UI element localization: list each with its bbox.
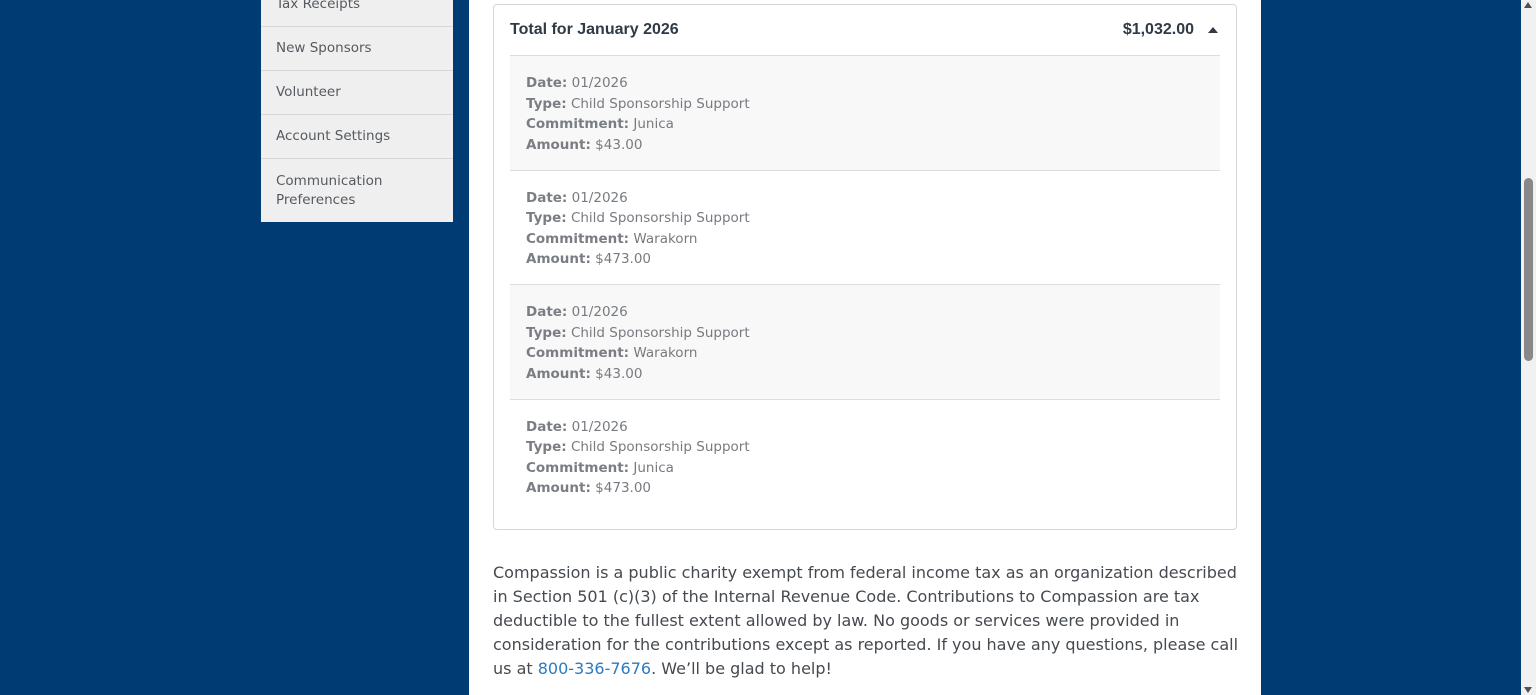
scrollbar-thumb[interactable] — [1524, 178, 1533, 361]
contribution-amount: $473.00 — [595, 480, 651, 496]
monthly-total-title: Total for January 2026 — [510, 21, 679, 38]
contribution-type: Child Sponsorship Support — [570, 210, 750, 226]
contribution-type: Child Sponsorship Support — [570, 95, 750, 112]
account-sidebar: Tax Receipts New Sponsors Volunteer Acco… — [261, 0, 453, 222]
contribution-commitment: Warakorn — [633, 230, 698, 247]
sidebar-item-new-sponsors[interactable]: New Sponsors — [261, 27, 453, 71]
tax-disclaimer: Compassion is a public charity exempt fr… — [493, 563, 1239, 678]
contribution-item: Date: 01/2026 Type: Child Sponsorship Su… — [510, 285, 1220, 400]
contribution-item: Date: 01/2026 Type: Child Sponsorship Su… — [510, 171, 1220, 285]
contribution-commitment: Warakorn — [633, 345, 698, 361]
contribution-amount: $473.00 — [595, 251, 651, 267]
main-content: Total for January 2026 $1,032.00 Date: 0… — [469, 0, 1261, 695]
scroll-down-arrow-icon[interactable] — [1524, 687, 1532, 693]
monthly-total-card: Total for January 2026 $1,032.00 Date: 0… — [493, 4, 1237, 530]
sidebar-item-account-settings[interactable]: Account Settings — [261, 115, 453, 159]
sidebar-item-volunteer[interactable]: Volunteer — [261, 71, 453, 115]
contribution-type: Child Sponsorship Support — [570, 439, 750, 455]
contribution-commitment: Junica — [633, 116, 674, 132]
contribution-commitment: Junica — [633, 459, 674, 476]
contribution-date: 01/2026 — [571, 189, 628, 206]
monthly-total-header[interactable]: Total for January 2026 $1,032.00 — [510, 5, 1220, 56]
monthly-total-amount: $1,032.00 — [1122, 21, 1194, 38]
contribution-date: 01/2026 — [571, 304, 628, 320]
caret-up-icon[interactable] — [1208, 27, 1218, 33]
contribution-date: 01/2026 — [571, 418, 628, 435]
contribution-type: Child Sponsorship Support — [570, 324, 750, 341]
contribution-date: 01/2026 — [571, 75, 628, 91]
phone-link[interactable]: 800-336-7676 — [538, 659, 651, 678]
scroll-up-arrow-icon[interactable] — [1524, 2, 1532, 8]
page-scrollbar[interactable] — [1521, 0, 1536, 695]
sidebar-item-communication-preferences[interactable]: Communication Preferences — [261, 159, 453, 222]
contribution-amount: $43.00 — [595, 136, 643, 153]
contribution-item: Date: 01/2026 Type: Child Sponsorship Su… — [510, 56, 1220, 171]
contribution-list: Date: 01/2026 Type: Child Sponsorship Su… — [510, 56, 1220, 514]
contribution-amount: $43.00 — [595, 365, 643, 382]
sidebar-item-tax-receipts[interactable]: Tax Receipts — [261, 0, 453, 27]
contribution-item: Date: 01/2026 Type: Child Sponsorship Su… — [526, 418, 750, 497]
